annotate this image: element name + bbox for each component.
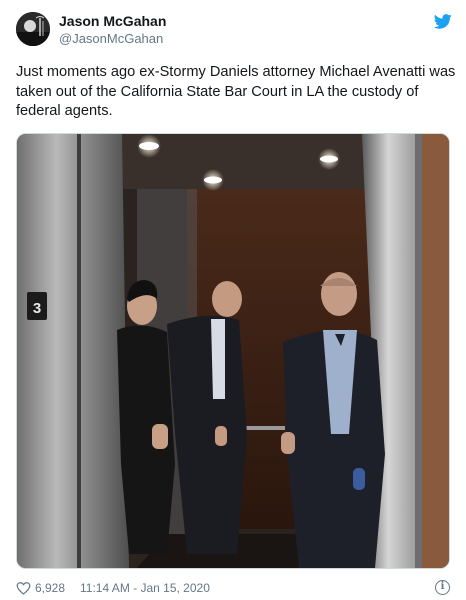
tweet-card: Jason McGahan @JasonMcGahan Just moments… <box>0 0 466 600</box>
tweet-footer: 6,928 11:14 AM - Jan 15, 2020 i <box>16 580 450 597</box>
tweet-timestamp[interactable]: 11:14 AM - Jan 15, 2020 <box>80 580 210 597</box>
avatar-icon <box>16 12 50 46</box>
twitter-bird-icon[interactable] <box>433 14 452 29</box>
display-name[interactable]: Jason McGahan <box>59 13 166 30</box>
heart-icon[interactable] <box>16 581 31 595</box>
info-icon[interactable]: i <box>435 580 450 595</box>
avatar[interactable] <box>16 12 50 46</box>
floor-number: 3 <box>33 300 41 317</box>
elevator-door-left <box>17 134 129 568</box>
user-handle[interactable]: @JasonMcGahan <box>59 31 163 47</box>
tweet-photo[interactable]: 3 <box>16 133 450 569</box>
like-count[interactable]: 6,928 <box>35 580 65 597</box>
tweet-text: Just moments ago ex-Stormy Daniels attor… <box>16 64 456 119</box>
